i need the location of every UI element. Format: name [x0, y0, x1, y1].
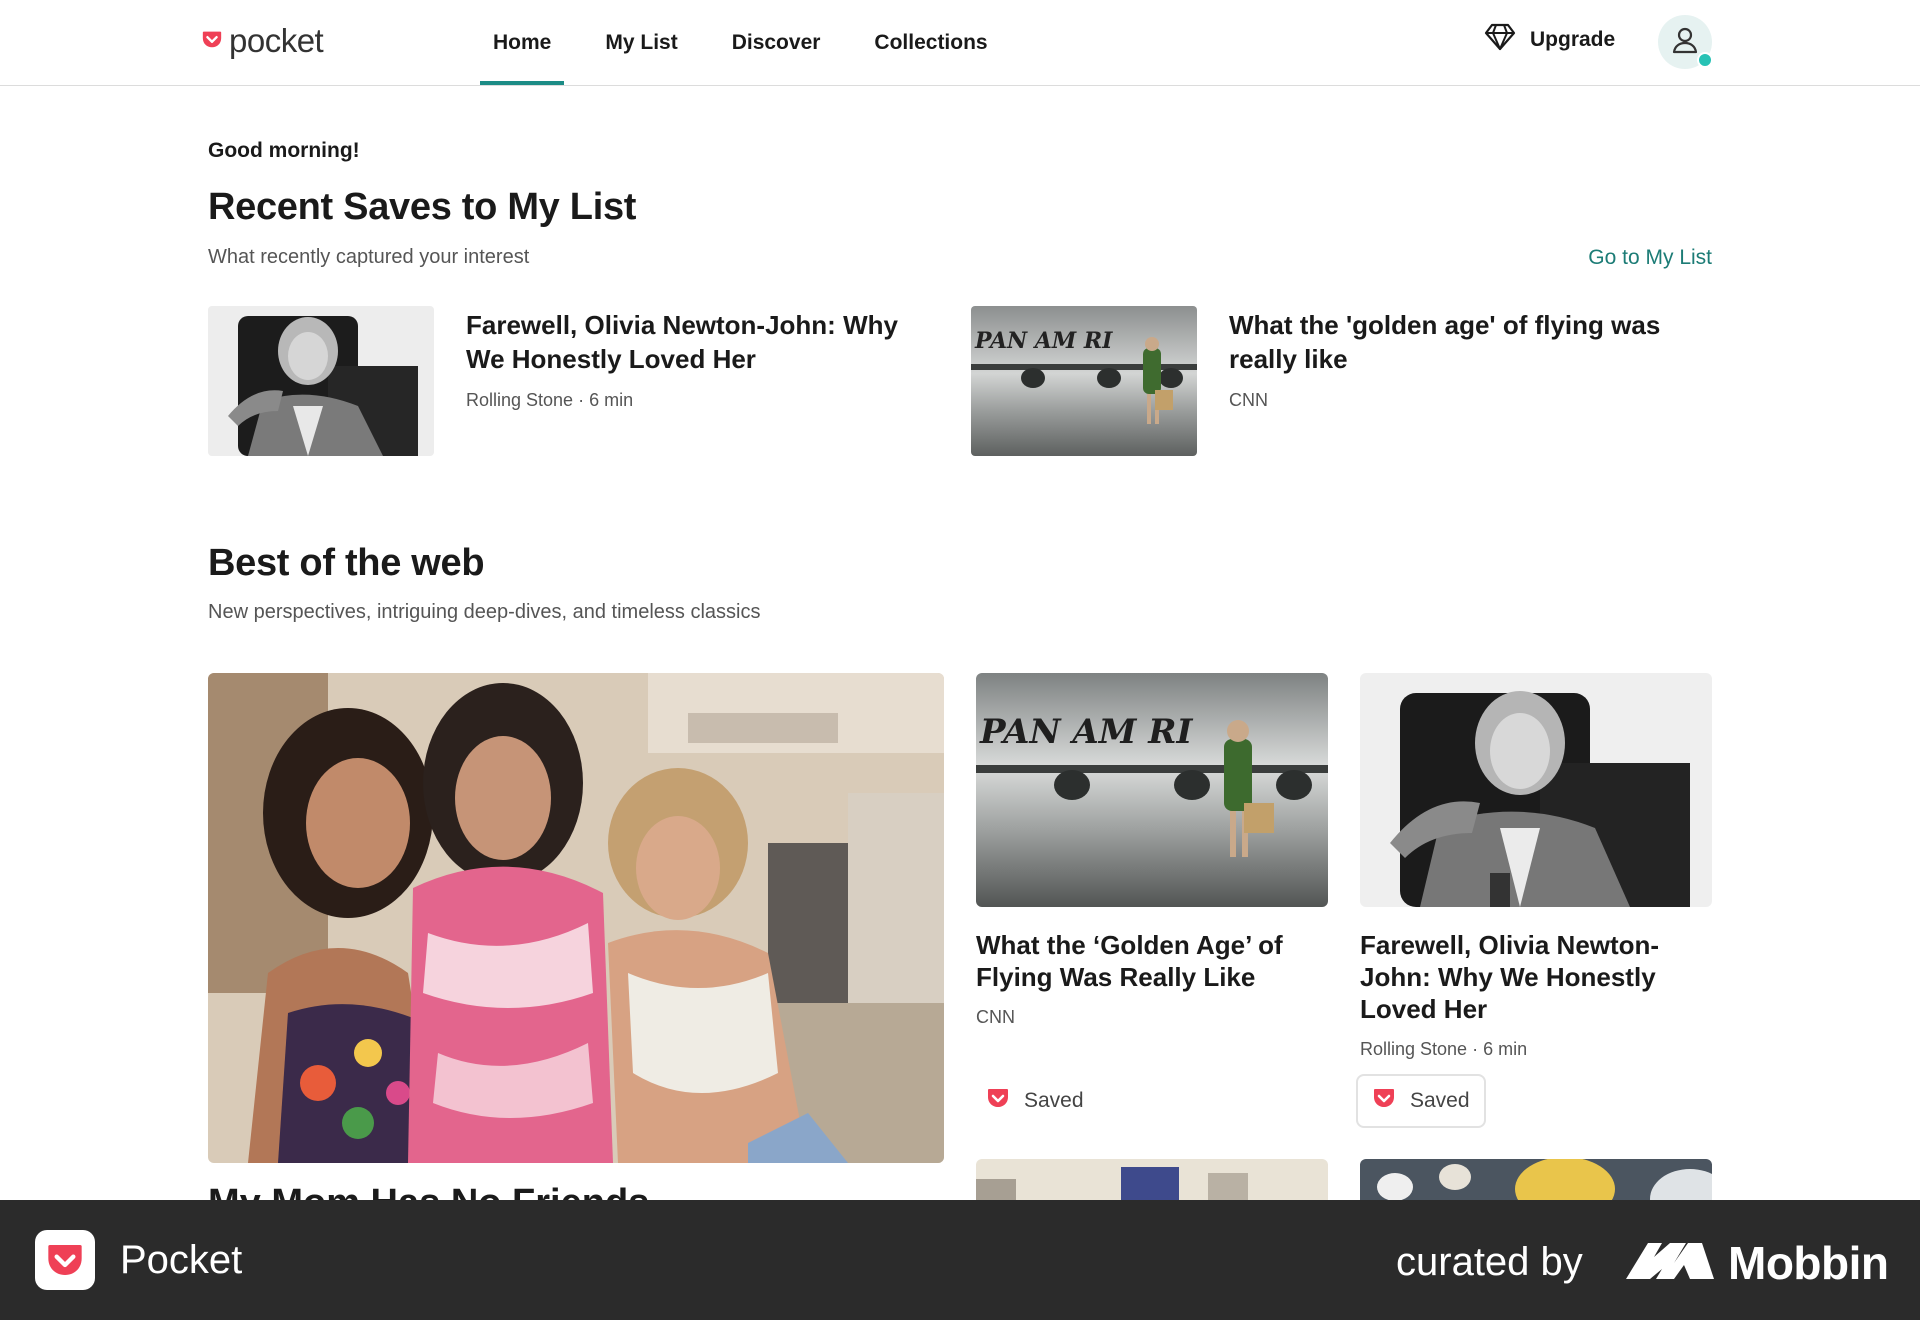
nav-my-list[interactable]: My List: [592, 0, 690, 85]
user-icon: [1670, 25, 1700, 60]
article-title[interactable]: Farewell, Olivia Newton-John: Why We Hon…: [466, 308, 926, 376]
greeting: Good morning!: [208, 139, 360, 162]
pocket-saved-icon: [1372, 1086, 1396, 1116]
pocket-logo-icon: [201, 28, 223, 55]
attribution-bar: Pocket curated by Mobbin: [0, 1200, 1920, 1320]
curated-by-label: curated by: [1396, 1240, 1583, 1284]
saved-button[interactable]: Saved: [1356, 1074, 1486, 1128]
nav-home[interactable]: Home: [480, 0, 565, 85]
nav-collections[interactable]: Collections: [861, 0, 1000, 85]
svg-text:PAN AM RI: PAN AM RI: [979, 712, 1193, 752]
article-card-image[interactable]: [1360, 673, 1712, 907]
article-meta: CNN: [1229, 390, 1268, 410]
mobbin-brand: Mobbin: [1626, 1236, 1889, 1290]
go-to-my-list-link[interactable]: Go to My List: [1588, 246, 1712, 270]
saved-label: Saved: [1410, 1089, 1470, 1112]
article-title[interactable]: What the 'golden age' of flying was real…: [1229, 308, 1709, 376]
pocket-saved-icon: [986, 1086, 1010, 1116]
article-card-title[interactable]: What the ‘Golden Age’ of Flying Was Real…: [976, 929, 1328, 993]
recent-save-item[interactable]: Farewell, Olivia Newton-John: Why We Hon…: [208, 306, 926, 456]
section-title-best-of-web: Best of the web: [208, 542, 485, 584]
logo-wordmark: pocket: [229, 22, 324, 59]
main-nav: Home My List Discover Collections: [480, 0, 1029, 85]
article-card-meta: Rolling Stone · 6 min: [1360, 1039, 1528, 1059]
section-subtitle-best-of-web: New perspectives, intriguing deep-dives,…: [208, 601, 761, 623]
upgrade-button[interactable]: Upgrade: [1484, 22, 1615, 57]
article-card-title[interactable]: Farewell, Olivia Newton-John: Why We Hon…: [1360, 929, 1712, 1025]
upgrade-label: Upgrade: [1530, 27, 1616, 51]
article-card[interactable]: PAN AM RI What the ‘Golden Age’ of Flyin…: [976, 673, 1328, 1028]
diamond-icon: [1484, 22, 1516, 57]
account-avatar-button[interactable]: [1658, 15, 1713, 69]
article-card-meta: CNN: [976, 1007, 1015, 1027]
nav-discover[interactable]: Discover: [719, 0, 834, 85]
notification-dot: [1697, 52, 1713, 68]
section-subtitle-recent-saves: What recently captured your interest: [208, 246, 530, 268]
section-title-recent-saves: Recent Saves to My List: [208, 186, 637, 228]
pocket-logo[interactable]: pocket: [201, 22, 324, 60]
top-navigation-bar: pocket Home My List Discover Collections…: [0, 0, 1920, 86]
app-name: Pocket: [120, 1238, 243, 1282]
article-thumbnail[interactable]: [208, 306, 434, 456]
mobbin-logo-icon: [1626, 1239, 1714, 1288]
mobbin-wordmark: Mobbin: [1728, 1237, 1889, 1289]
svg-text:PAN AM RI: PAN AM RI: [974, 328, 1113, 354]
featured-article-image[interactable]: [208, 673, 944, 1163]
article-card-image[interactable]: PAN AM RI: [976, 673, 1328, 907]
saved-button[interactable]: Saved: [972, 1076, 1098, 1126]
article-meta: Rolling Stone · 6 min: [466, 390, 634, 410]
article-thumbnail[interactable]: PAN AM RI: [971, 306, 1197, 456]
recent-save-item[interactable]: PAN AM RI What the 'golden age' of flyin…: [971, 306, 1709, 456]
article-card[interactable]: Farewell, Olivia Newton-John: Why We Hon…: [1360, 673, 1712, 1060]
pocket-app-icon: [35, 1230, 95, 1290]
saved-label: Saved: [1024, 1089, 1084, 1112]
